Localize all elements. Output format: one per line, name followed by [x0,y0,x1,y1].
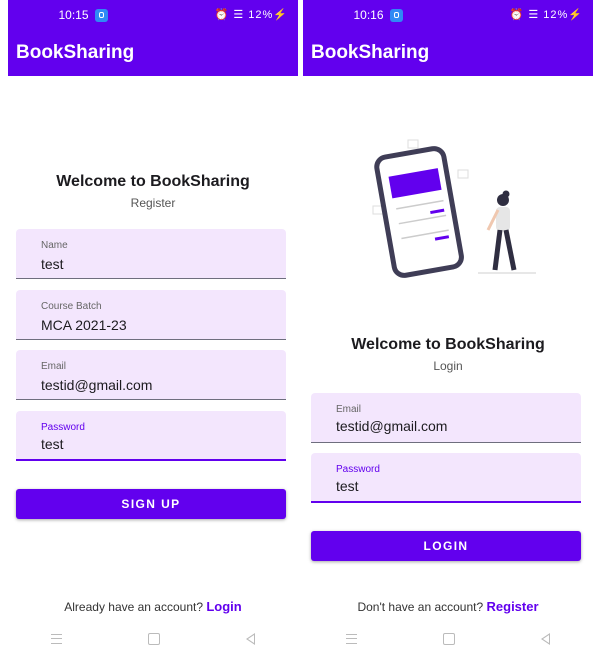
password-value: test [41,436,64,452]
email-label: Email [336,404,362,415]
screen-subtitle: Register [130,196,176,210]
password-label: Password [336,464,380,475]
welcome-heading: Welcome to BookSharing [351,336,545,353]
email-value: testid@gmail.com [41,377,153,393]
password-field[interactable]: Password test [16,411,286,461]
person-illustration [478,190,536,274]
nav-back-icon[interactable] [246,633,255,645]
screen-subtitle: Login [433,359,463,373]
app-title: BookSharing [16,42,135,63]
nav-home-icon[interactable] [148,633,160,645]
password-label: Password [41,422,85,433]
nav-back-icon[interactable] [541,633,550,645]
deco-square [457,169,469,179]
register-prompt: Don't have an account? Register [303,599,593,614]
login-link[interactable]: Login [206,599,241,614]
reading-illustration [372,139,536,278]
welcome-heading: Welcome to BookSharing [56,173,250,190]
nav-home-icon[interactable] [443,633,455,645]
course-batch-label: Course Batch [41,301,102,312]
register-link[interactable]: Register [487,599,539,614]
login-button[interactable]: LOGIN [311,531,581,561]
email-field[interactable]: Email testid@gmail.com [311,393,581,443]
login-prompt: Already have an account? Login [8,599,298,614]
name-label: Name [41,240,68,251]
app-bar: BookSharing [303,30,593,76]
notification-badge-icon [94,8,108,22]
deco-square [407,139,419,149]
app-title: BookSharing [311,42,430,63]
course-batch-field[interactable]: Course Batch MCA 2021-23 [16,290,286,340]
battery-level: 12% [248,9,274,21]
sign-up-button[interactable]: SIGN UP [16,489,286,519]
email-value: testid@gmail.com [336,418,448,434]
email-field[interactable]: Email testid@gmail.com [16,350,286,400]
status-icons: ⏰ ☰ 12%⚡ [509,9,583,21]
app-bar: BookSharing [8,30,298,76]
login-prompt-text: Already have an account? [64,600,204,614]
password-field[interactable]: Password test [311,453,581,503]
name-value: test [41,256,64,272]
system-nav-bar [303,629,593,649]
login-screen: 10:16 ⏰ ☰ 12%⚡ BookSharing Welcome to Bo… [303,0,593,654]
nav-menu-icon[interactable] [51,634,62,644]
status-icons: ⏰ ☰ 12%⚡ [214,9,288,21]
email-label: Email [41,361,67,372]
status-time: 10:16 [353,8,384,22]
nav-menu-icon[interactable] [346,634,357,644]
status-bar: 10:15 ⏰ ☰ 12%⚡ [8,0,298,30]
status-time: 10:15 [58,8,89,22]
status-bar: 10:16 ⏰ ☰ 12%⚡ [303,0,593,30]
course-batch-value: MCA 2021-23 [41,317,127,333]
register-screen: 10:15 ⏰ ☰ 12%⚡ BookSharing Welcome to Bo… [8,0,298,654]
notification-badge-icon [389,8,403,22]
name-field[interactable]: Name test [16,229,286,279]
password-value: test [336,478,359,494]
phone-illustration [374,146,464,278]
register-prompt-text: Don't have an account? [357,600,484,614]
battery-level: 12% [543,9,569,21]
system-nav-bar [8,629,298,649]
